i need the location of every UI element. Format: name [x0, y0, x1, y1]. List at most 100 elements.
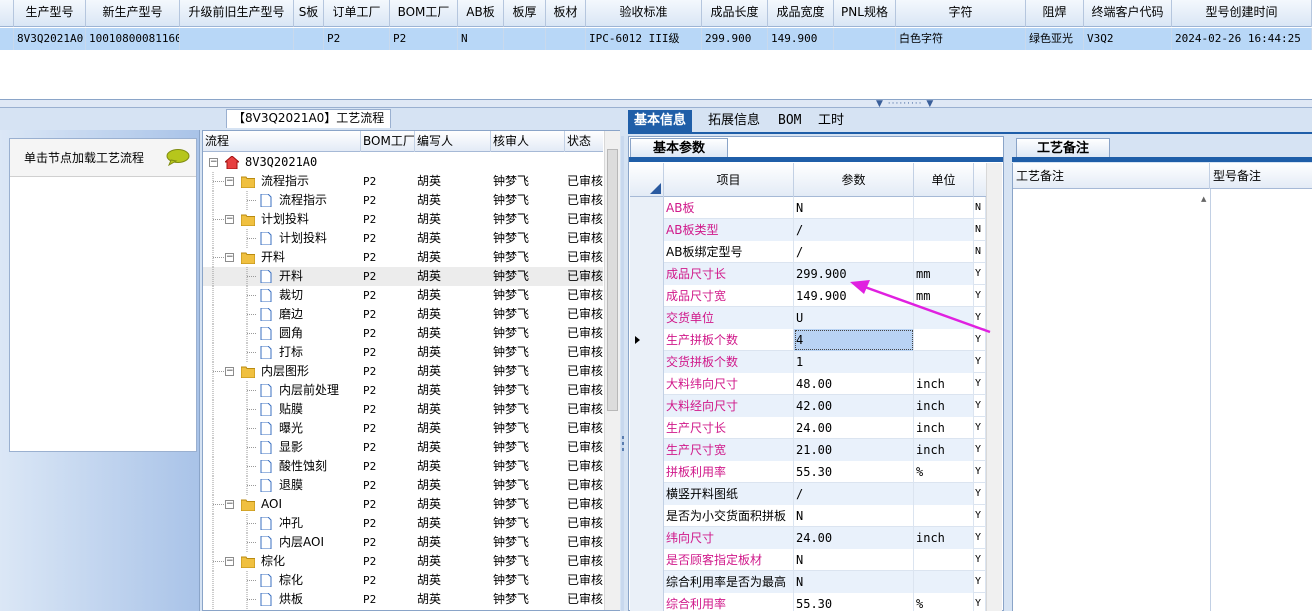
basic-params-row[interactable]: 大料纬向尺寸 48.00 inch Y [630, 373, 986, 395]
remarks-col-craft[interactable]: 工艺备注 [1013, 163, 1210, 189]
row-indicator[interactable] [630, 483, 664, 505]
param-value-cell[interactable]: 21.00 [794, 439, 914, 461]
model-grid-cell[interactable]: N [458, 28, 504, 50]
tab-basic-info[interactable]: 基本信息 [628, 110, 693, 132]
row-indicator[interactable] [630, 197, 664, 219]
basic-params-row[interactable]: 大料经向尺寸 42.00 inch Y [630, 395, 986, 417]
splitter-grip-icon[interactable]: ▼ ········· ▼ [876, 100, 936, 109]
basic-params-row[interactable]: 纬向尺寸 24.00 inch Y [630, 527, 986, 549]
basic-params-row[interactable]: 综合利用率是否为最高 N Y [630, 571, 986, 593]
row-indicator[interactable] [630, 461, 664, 483]
basic-params-row[interactable]: 交货单位 U Y [630, 307, 986, 329]
model-grid-cell[interactable]: 10010800081160 [86, 28, 180, 50]
process-tree-group[interactable]: − AOI P2 胡英 钟梦飞 已审核 [203, 495, 603, 514]
model-grid-col-header[interactable]: 升级前旧生产型号 [180, 0, 294, 27]
model-grid-cell[interactable]: 白色字符 [896, 28, 1026, 50]
collapse-icon[interactable]: − [209, 158, 218, 167]
remarks-col-model[interactable]: 型号备注 [1210, 163, 1312, 189]
row-indicator[interactable] [630, 373, 664, 395]
process-tree-step[interactable]: 显影 P2 胡英 钟梦飞 已审核 [203, 438, 603, 457]
param-value-cell[interactable]: 55.30 [794, 461, 914, 483]
param-value-cell[interactable]: N [794, 197, 914, 219]
basic-params-row[interactable]: 生产尺寸宽 21.00 inch Y [630, 439, 986, 461]
process-tree-step[interactable]: 内层AOI P2 胡英 钟梦飞 已审核 [203, 533, 603, 552]
process-tree-col-header[interactable]: 流程 [203, 131, 361, 152]
row-indicator[interactable] [630, 417, 664, 439]
basic-params-row[interactable]: 交货拼板个数 1 Y [630, 351, 986, 373]
model-grid-col-header[interactable]: 生产型号 [14, 0, 86, 27]
model-grid-col-header[interactable]: PNL规格 [834, 0, 896, 27]
row-indicator[interactable] [630, 351, 664, 373]
row-indicator[interactable] [630, 219, 664, 241]
process-tree-col-header[interactable]: 核审人 [491, 131, 565, 152]
process-tree-step[interactable]: 曝光 P2 胡英 钟梦飞 已审核 [203, 419, 603, 438]
process-tree-step[interactable]: 打标 P2 胡英 钟梦飞 已审核 [203, 343, 603, 362]
process-tree-group[interactable]: − 流程指示 P2 胡英 钟梦飞 已审核 [203, 172, 603, 191]
param-value-cell[interactable]: N [794, 571, 914, 593]
basic-params-row[interactable]: 成品尺寸长 299.900 mm Y [630, 263, 986, 285]
model-grid-cell[interactable]: 2024-02-26 16:44:25 [1172, 28, 1312, 50]
process-tree-scroll-thumb[interactable] [607, 149, 618, 411]
process-tree-step[interactable]: 冲孔 P2 胡英 钟梦飞 已审核 [203, 514, 603, 533]
model-grid-col-header[interactable]: 型号创建时间 [1172, 0, 1312, 27]
row-indicator[interactable] [630, 505, 664, 527]
process-tree-step[interactable]: 烘板 P2 胡英 钟梦飞 已审核 [203, 590, 603, 609]
model-grid-cell[interactable]: IPC-6012 III级 [586, 28, 702, 50]
process-tree-step[interactable]: 裁切 P2 胡英 钟梦飞 已审核 [203, 286, 603, 305]
param-value-cell[interactable]: / [794, 219, 914, 241]
collapse-icon[interactable]: − [225, 215, 234, 224]
basic-params-row[interactable]: 拼板利用率 55.30% Y [630, 461, 986, 483]
model-grid-cell[interactable] [504, 28, 546, 50]
model-grid-selected-row[interactable]: 8V3Q2021A0 10010800081160 P2 P2 N IPC-6012 II… [0, 28, 1312, 50]
process-tree-step[interactable]: 棕化 P2 胡英 钟梦飞 已审核 [203, 571, 603, 590]
basic-params-scrollbar[interactable] [986, 163, 1002, 611]
model-grid-cell[interactable]: 绿色亚光 [1026, 28, 1084, 50]
basic-params-row[interactable]: 生产尺寸长 24.00 inch Y [630, 417, 986, 439]
collapse-icon[interactable]: − [225, 557, 234, 566]
grid-corner[interactable] [630, 163, 664, 197]
process-tree-step[interactable]: 计划投料 P2 胡英 钟梦飞 已审核 [203, 229, 603, 248]
model-grid-cell[interactable]: P2 [390, 28, 458, 50]
model-grid-cell[interactable]: V3Q2 [1084, 28, 1172, 50]
collapse-icon[interactable]: − [225, 253, 234, 262]
model-grid-col-header[interactable]: 板厚 [504, 0, 546, 27]
process-tree-step[interactable]: 贴膜 P2 胡英 钟梦飞 已审核 [203, 400, 603, 419]
process-tree-step[interactable]: 退膜 P2 胡英 钟梦飞 已审核 [203, 476, 603, 495]
param-value-cell[interactable]: N [794, 505, 914, 527]
row-indicator[interactable] [630, 439, 664, 461]
param-value-cell[interactable]: 55.30 [794, 593, 914, 611]
row-indicator[interactable] [630, 549, 664, 571]
row-indicator[interactable] [630, 329, 664, 351]
row-indicator[interactable] [630, 285, 664, 307]
model-grid-col-header[interactable]: 成品长度 [702, 0, 768, 27]
model-grid-cell[interactable]: P2 [324, 28, 390, 50]
process-tree-step[interactable]: 磨边 P2 胡英 钟梦飞 已审核 [203, 305, 603, 324]
process-tree-col-header[interactable]: 状态 [565, 131, 605, 152]
model-grid-cell[interactable]: 149.900 [768, 28, 834, 50]
basic-params-row[interactable]: 是否顾客指定板材 N Y [630, 549, 986, 571]
basic-params-col-item[interactable]: 项目 [664, 163, 794, 197]
tab-bom[interactable]: BOM [772, 110, 807, 132]
model-grid-col-header[interactable]: S板 [294, 0, 324, 27]
param-value-cell[interactable]: 299.900 [794, 263, 914, 285]
param-value-cell[interactable]: 24.00 [794, 417, 914, 439]
process-tree-group[interactable]: − 开料 P2 胡英 钟梦飞 已审核 [203, 248, 603, 267]
process-tree-step[interactable]: 酸性蚀刻 P2 胡英 钟梦飞 已审核 [203, 457, 603, 476]
param-value-cell[interactable]: / [794, 483, 914, 505]
param-value-cell[interactable]: 42.00 [794, 395, 914, 417]
basic-params-row[interactable]: 生产拼板个数 4 Y [630, 329, 986, 351]
load-tip-button[interactable]: 单击节点加载工艺流程 [10, 139, 196, 177]
basic-params-row[interactable]: 横竖开料图纸 / Y [630, 483, 986, 505]
tab-work-hours[interactable]: 工时 [812, 110, 850, 132]
param-value-cell[interactable]: 24.00 [794, 527, 914, 549]
process-tree-group[interactable]: − 内层图形 P2 胡英 钟梦飞 已审核 [203, 362, 603, 381]
model-grid-col-header[interactable]: 阻焊 [1026, 0, 1084, 27]
basic-params-row[interactable]: 成品尺寸宽 149.900 mm Y [630, 285, 986, 307]
basic-params-col-unit[interactable]: 单位 [914, 163, 974, 197]
row-indicator[interactable] [630, 395, 664, 417]
row-indicator[interactable] [630, 571, 664, 593]
scroll-up-icon[interactable]: ▲ [1201, 195, 1206, 203]
process-tree-group[interactable]: − 计划投料 P2 胡英 钟梦飞 已审核 [203, 210, 603, 229]
param-value-cell[interactable]: N [794, 549, 914, 571]
collapse-icon[interactable]: − [225, 367, 234, 376]
